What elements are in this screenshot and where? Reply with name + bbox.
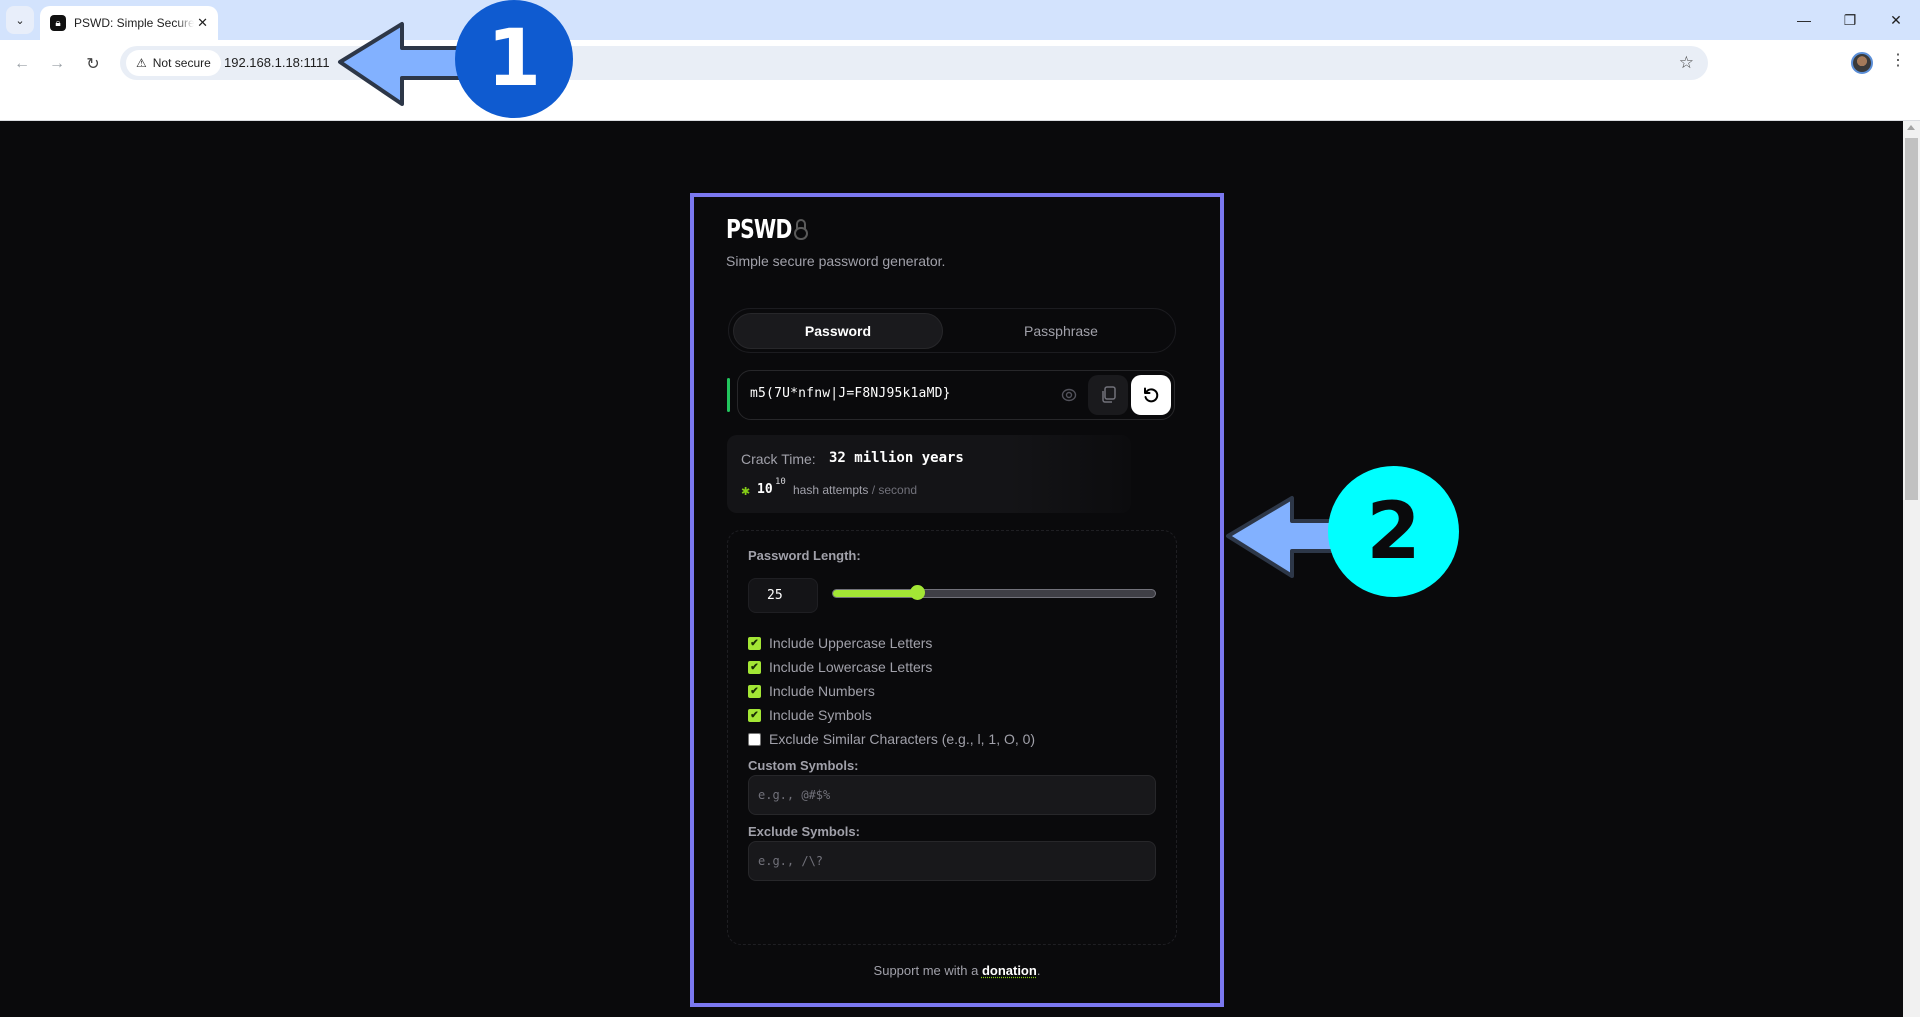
browser-tab-bar: ⌄ 🔒︎ PSWD: Simple Secure ✕ — ❐ ✕: [0, 0, 1920, 40]
security-label: Not secure: [152, 56, 211, 70]
scroll-thumb[interactable]: [1905, 138, 1918, 500]
close-tab-icon[interactable]: ✕: [197, 15, 208, 31]
browser-toolbar: ← → ↻ ⚠ Not secure 192.168.1.18:1111 ☆ ⋮: [0, 40, 1920, 120]
page-scrollbar[interactable]: [1903, 121, 1920, 1017]
annotation-arrow-1: [338, 22, 467, 106]
favicon-lock-icon: 🔒︎: [50, 15, 66, 31]
back-button[interactable]: ←: [10, 52, 34, 76]
chevron-down-icon: ⌄: [15, 14, 25, 27]
browser-tab[interactable]: 🔒︎ PSWD: Simple Secure ✕: [40, 6, 218, 40]
reload-button[interactable]: ↻: [81, 52, 105, 76]
close-window-button[interactable]: ✕: [1876, 8, 1916, 32]
forward-button[interactable]: →: [45, 52, 69, 76]
minimize-button[interactable]: —: [1784, 8, 1824, 32]
security-chip[interactable]: ⚠ Not secure: [126, 50, 221, 76]
warning-icon: ⚠: [136, 56, 147, 70]
scroll-up-arrow-icon[interactable]: [1907, 125, 1915, 130]
profile-avatar[interactable]: [1851, 52, 1873, 74]
annotation-badge-2: 2: [1328, 466, 1459, 597]
menu-kebab-icon[interactable]: ⋮: [1890, 50, 1906, 70]
annotation-badge-1: 1: [455, 0, 573, 118]
annotation-highlight-box: [690, 193, 1224, 1007]
page-body: PSWD Simple secure password generator. P…: [0, 121, 1903, 1017]
bookmark-star-icon[interactable]: ☆: [1679, 53, 1694, 73]
url-text[interactable]: 192.168.1.18:1111: [224, 55, 330, 70]
tab-title: PSWD: Simple Secure: [74, 16, 194, 30]
arrow-right-icon: →: [49, 55, 65, 72]
arrow-left-icon: ←: [14, 55, 30, 72]
reload-icon: ↻: [86, 56, 100, 73]
restore-button[interactable]: ❐: [1830, 8, 1870, 32]
tab-search-button[interactable]: ⌄: [6, 6, 34, 34]
